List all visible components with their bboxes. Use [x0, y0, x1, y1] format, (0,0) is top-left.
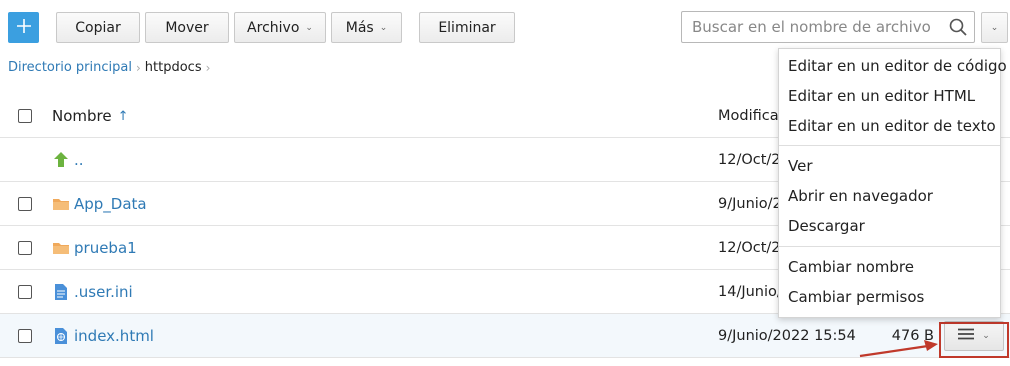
menu-divider — [779, 246, 1000, 247]
breadcrumb-current: httpdocs — [144, 60, 202, 75]
more-label: Más — [345, 19, 374, 36]
more-menu-button[interactable]: Más ⌄ — [331, 12, 402, 43]
chevron-down-icon: ⌄ — [305, 23, 313, 33]
delete-label: Eliminar — [438, 19, 496, 36]
row-checkbox[interactable] — [18, 329, 32, 343]
chevron-right-icon: › — [205, 60, 211, 75]
file-name-cell: App_Data — [52, 182, 147, 226]
chevron-down-icon: ⌄ — [990, 22, 999, 33]
file-name-link[interactable]: .user.ini — [74, 283, 133, 301]
search-icon[interactable] — [948, 17, 968, 37]
move-button[interactable]: Mover — [145, 12, 229, 43]
row-context-menu: Editar en un editor de código Editar en … — [778, 48, 1007, 318]
delete-button[interactable]: Eliminar — [419, 12, 515, 43]
highlight-box — [939, 322, 1009, 358]
file-name-cell: prueba1 — [52, 226, 137, 270]
folder-icon — [52, 239, 70, 257]
file-label: Archivo — [247, 19, 300, 36]
search-input[interactable] — [682, 12, 942, 42]
menu-item-permissions[interactable]: Cambiar permisos — [779, 282, 1000, 312]
modified-date: 9/Junio/2022 15:54 — [718, 328, 856, 344]
text-file-icon — [52, 283, 70, 301]
chevron-right-icon: › — [135, 60, 141, 75]
file-name-link[interactable]: App_Data — [74, 195, 147, 213]
breadcrumb-root-link[interactable]: Directorio principal — [8, 60, 132, 75]
menu-item-download[interactable]: Descargar — [779, 211, 1000, 241]
plus-icon — [15, 17, 33, 39]
file-name-cell: .user.ini — [52, 270, 133, 314]
modified-date: 14/Junio/ — [718, 284, 782, 300]
copy-button[interactable]: Copiar — [56, 12, 140, 43]
breadcrumb: Directorio principal › httpdocs › — [8, 60, 210, 75]
modified-date: 9/Junio/2 — [718, 196, 782, 212]
menu-divider — [779, 145, 1000, 146]
name-column-header[interactable]: Nombre ↑ — [52, 94, 129, 138]
select-all-checkbox[interactable] — [18, 109, 32, 123]
sort-ascending-icon: ↑ — [117, 108, 129, 124]
chevron-down-icon: ⌄ — [379, 23, 388, 33]
row-checkbox[interactable] — [18, 241, 32, 255]
menu-item-rename[interactable]: Cambiar nombre — [779, 252, 1000, 282]
row-checkbox[interactable] — [18, 285, 32, 299]
menu-item-edit-html[interactable]: Editar en un editor HTML — [779, 81, 1000, 111]
file-name-link[interactable]: index.html — [74, 327, 154, 345]
file-name-link[interactable]: .. — [74, 151, 84, 169]
file-name-link[interactable]: prueba1 — [74, 239, 137, 257]
annotation-arrow-icon — [859, 340, 938, 358]
menu-item-open-browser[interactable]: Abrir en navegador — [779, 181, 1000, 211]
modified-date: 12/Oct/2 — [718, 240, 781, 256]
copy-label: Copiar — [75, 19, 121, 36]
menu-item-edit-code[interactable]: Editar en un editor de código — [779, 51, 1007, 81]
folder-icon — [52, 195, 70, 213]
row-checkbox[interactable] — [18, 197, 32, 211]
modified-date: 12/Oct/2 — [718, 152, 781, 168]
file-name-cell: .. — [52, 138, 84, 182]
toolbar: Copiar Mover Archivo ⌄ Más ⌄ Eliminar ⌄ — [0, 0, 1010, 54]
search-options-button[interactable]: ⌄ — [981, 12, 1008, 43]
move-label: Mover — [165, 19, 209, 36]
file-menu-button[interactable]: Archivo ⌄ — [234, 12, 326, 43]
html-file-icon — [52, 327, 70, 345]
search-box — [681, 11, 975, 43]
menu-item-view[interactable]: Ver — [779, 151, 1000, 181]
file-name-cell: index.html — [52, 314, 154, 358]
folder-up-icon — [52, 151, 70, 169]
add-button[interactable] — [8, 12, 39, 43]
menu-item-edit-text[interactable]: Editar en un editor de texto — [779, 111, 1000, 141]
name-header-label: Nombre — [52, 107, 112, 125]
